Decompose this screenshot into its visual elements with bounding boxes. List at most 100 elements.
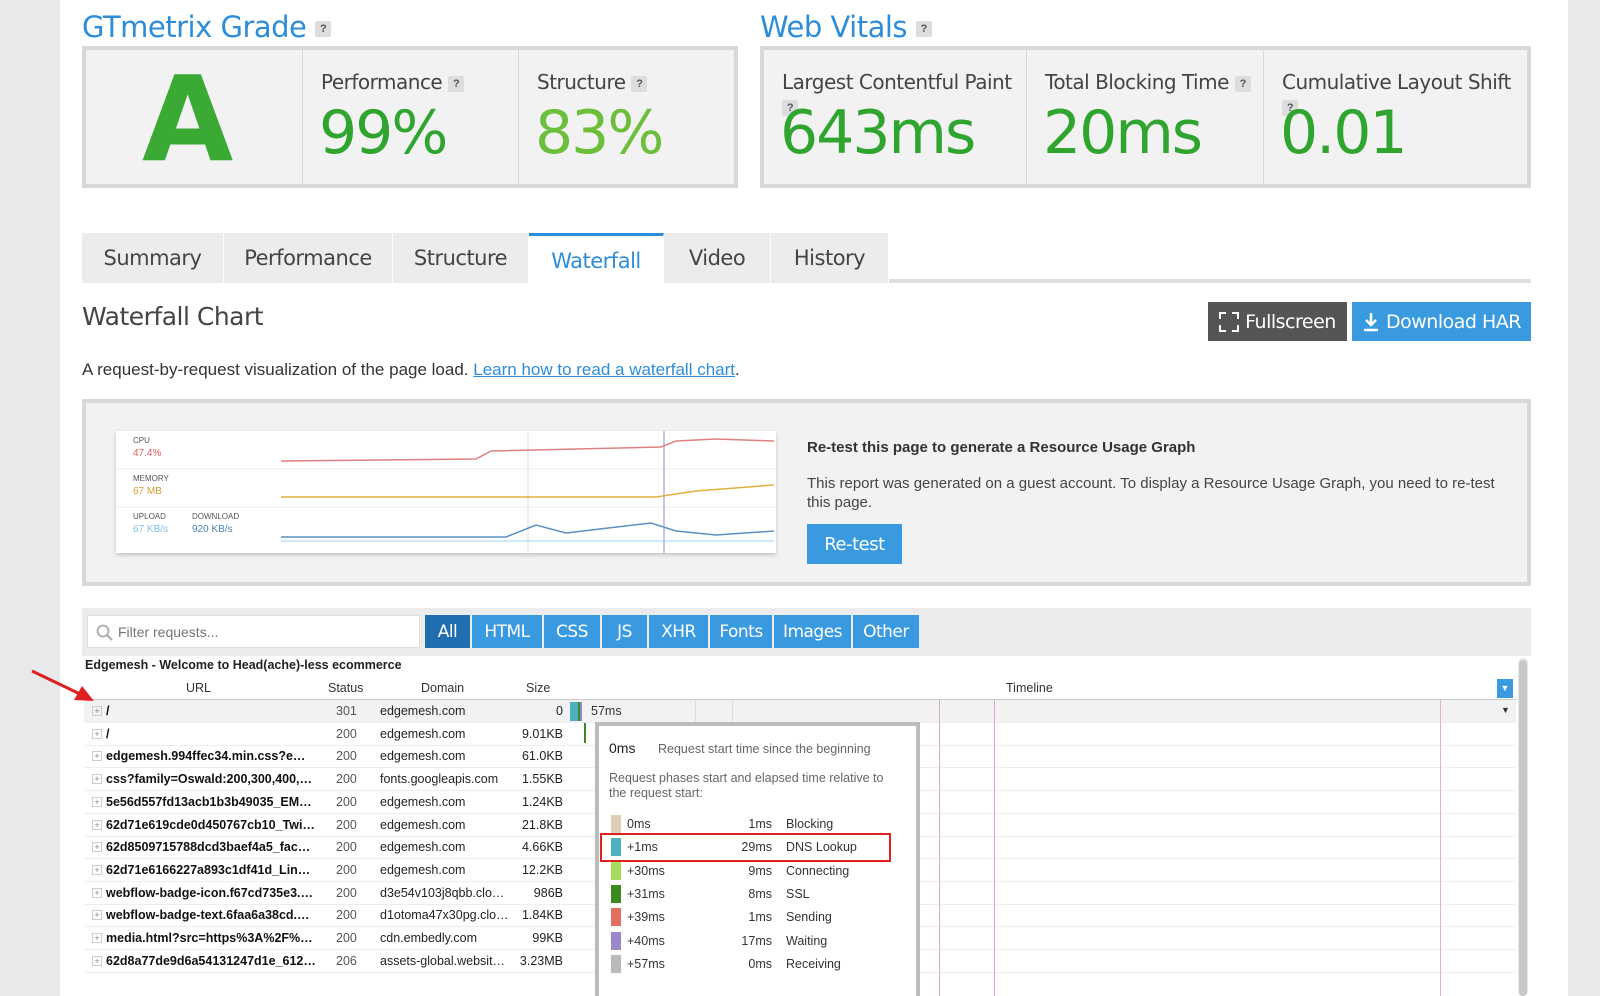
fullscreen-button[interactable]: Fullscreen <box>1208 302 1347 341</box>
row-domain: edgemesh.com <box>380 726 466 741</box>
row-url[interactable]: 62d8509715788dcd3baef4a5_fac… <box>106 840 310 854</box>
filter-tab-all[interactable]: All <box>425 615 470 648</box>
download-har-button[interactable]: Download HAR <box>1352 302 1531 341</box>
table-scrollbar[interactable] <box>1518 658 1528 996</box>
tbt-value: 20ms <box>1043 98 1203 168</box>
row-size: 61.0KB <box>521 749 563 764</box>
phase-duration: 1ms <box>748 910 772 925</box>
row-status: 200 <box>336 817 357 832</box>
timeline-options-button[interactable]: ▼ <box>1497 679 1513 698</box>
performance-cell: Performance ? 99% <box>302 50 518 184</box>
structure-label: Structure <box>537 70 626 94</box>
status-header[interactable]: Status <box>328 681 363 695</box>
row-status: 200 <box>336 931 357 945</box>
row-url[interactable]: 5e56d557fd13acb1b3b49035_EM… <box>106 795 312 809</box>
row-domain: fonts.googleapis.com <box>380 772 499 787</box>
tab-performance[interactable]: Performance <box>224 233 393 283</box>
row-url[interactable]: css?family=Oswald:200,300,400,… <box>106 772 312 786</box>
expand-row-icon[interactable]: + <box>92 933 102 943</box>
expand-row-icon[interactable]: + <box>92 910 102 921</box>
fullscreen-label: Fullscreen <box>1245 310 1336 333</box>
vitals-section-title: Web Vitals ? <box>760 10 932 44</box>
row-domain: edgemesh.com <box>380 862 466 877</box>
scrollbar-thumb[interactable] <box>1519 660 1527 996</box>
phase-color-swatch <box>611 954 621 973</box>
row-expand-icon[interactable]: ▼ <box>1501 705 1510 715</box>
expand-row-icon[interactable]: + <box>92 751 102 762</box>
structure-cell: Structure ? 83% <box>518 50 734 184</box>
lcp-label: Largest Contentful Paint <box>782 70 1012 94</box>
tooltip-phases-desc: Request phases start and elapsed time re… <box>609 771 884 800</box>
phase-color-swatch <box>611 861 621 880</box>
tab-structure[interactable]: Structure <box>393 233 529 283</box>
filter-tab-css[interactable]: CSS <box>544 615 600 648</box>
row-status: 200 <box>336 794 357 809</box>
tab-waterfall[interactable]: Waterfall <box>529 233 664 285</box>
phase-duration: 0ms <box>748 956 772 971</box>
learn-waterfall-link[interactable]: Learn how to read a waterfall chart <box>473 360 735 379</box>
cls-value: 0.01 <box>1280 98 1408 168</box>
row-domain: edgemesh.com <box>380 840 466 855</box>
filter-tab-html[interactable]: HTML <box>472 615 542 648</box>
phase-start: 0ms <box>627 817 651 831</box>
cls-label: Cumulative Layout Shift <box>1282 70 1511 94</box>
row-url[interactable]: 62d8a77de9d6a54131247d1e_612… <box>106 954 316 968</box>
help-icon[interactable]: ? <box>315 21 332 37</box>
expand-row-icon[interactable]: + <box>92 887 102 898</box>
help-icon[interactable]: ? <box>448 75 465 92</box>
domain-header[interactable]: Domain <box>421 681 464 695</box>
row-url[interactable]: / <box>106 727 109 741</box>
timeline-marker <box>939 700 940 996</box>
filter-input-wrap <box>87 615 420 648</box>
phase-name: Connecting <box>786 863 850 878</box>
row-url[interactable]: 62d71e619cde0d450767cb10_Twi… <box>106 818 315 832</box>
filter-tab-xhr[interactable]: XHR <box>649 615 708 648</box>
row-url[interactable]: webflow-badge-icon.f67cd735e3.… <box>106 886 313 900</box>
tab-summary[interactable]: Summary <box>82 233 224 283</box>
phase-row: +30ms 9ms Connecting <box>607 861 897 882</box>
lcp-cell: Largest Contentful Paint ? 643ms <box>764 50 1026 184</box>
search-icon <box>96 624 113 641</box>
expand-row-icon[interactable]: + <box>92 796 102 807</box>
help-icon[interactable]: ? <box>631 75 648 92</box>
expand-row-icon[interactable]: + <box>92 864 102 875</box>
expand-row-icon[interactable]: + <box>92 728 102 739</box>
expand-row-icon[interactable]: + <box>92 842 102 853</box>
download-label: Download HAR <box>1386 310 1521 333</box>
table-row[interactable]: + / 301 edgemesh.com 0 <box>84 700 1516 723</box>
request-bar[interactable] <box>570 702 582 721</box>
request-phases-tooltip: 0ms Request start time since the beginni… <box>595 722 920 996</box>
expand-row-icon[interactable]: + <box>92 706 102 716</box>
timeline-header[interactable]: Timeline <box>1006 681 1053 695</box>
filter-requests-input[interactable] <box>118 620 413 644</box>
row-size: 986B <box>533 885 563 900</box>
row-url[interactable]: edgemesh.994ffec34.min.css?e… <box>106 749 305 763</box>
filter-tab-js[interactable]: JS <box>602 615 647 648</box>
expand-row-icon[interactable]: + <box>92 774 102 785</box>
url-header[interactable]: URL <box>186 681 211 695</box>
tab-history[interactable]: History <box>771 233 889 283</box>
expand-row-icon[interactable]: + <box>92 819 102 830</box>
filter-tab-fonts[interactable]: Fonts <box>710 615 772 648</box>
expand-row-icon[interactable]: + <box>92 955 102 966</box>
row-url[interactable]: / <box>106 704 109 718</box>
row-size: 3.23MB <box>519 953 563 968</box>
phase-name: Sending <box>786 910 832 925</box>
retest-button[interactable]: Re-test <box>807 524 902 564</box>
tab-video[interactable]: Video <box>664 233 771 283</box>
help-icon[interactable]: ? <box>1234 75 1251 92</box>
tbt-cell: Total Blocking Time ? 20ms <box>1026 50 1263 184</box>
row-url[interactable]: 62d71e6166227a893c1df41d_Lin… <box>106 863 310 877</box>
timeline-marker <box>994 700 995 996</box>
help-icon[interactable]: ? <box>915 21 932 37</box>
filter-tab-images[interactable]: Images <box>774 615 851 648</box>
grade-section-title: GTmetrix Grade ? <box>82 10 332 44</box>
row-url[interactable]: webflow-badge-text.6faa6a38cd.… <box>106 908 310 922</box>
filter-tab-other[interactable]: Other <box>853 615 919 648</box>
tbt-label: Total Blocking Time <box>1045 70 1229 94</box>
phase-duration: 9ms <box>748 863 772 878</box>
row-url[interactable]: media.html?src=https%3A%2F%… <box>106 931 313 945</box>
size-header[interactable]: Size <box>526 681 550 695</box>
request-bar[interactable] <box>584 723 586 743</box>
structure-value: 83% <box>535 98 664 168</box>
